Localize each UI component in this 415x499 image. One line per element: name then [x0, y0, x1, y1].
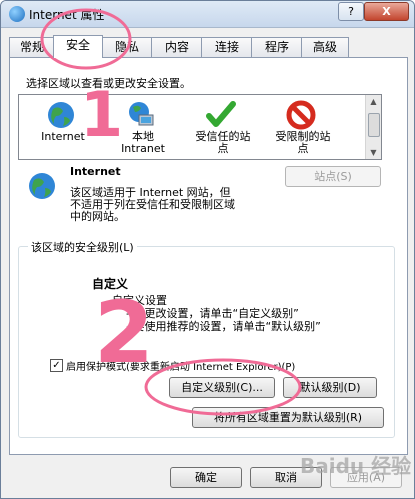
zone-label-line2: 点 — [217, 142, 229, 155]
tab-advanced[interactable]: 高级 — [301, 37, 349, 57]
tab-connections[interactable]: 连接 — [201, 37, 253, 57]
protected-mode-label: 启用保护模式(要求重新启动 Internet Explorer)(P) — [66, 362, 296, 373]
zone-item-restricted-sites[interactable]: 受限制的站 点 — [263, 95, 343, 159]
tab-content[interactable]: 内容 — [151, 37, 203, 57]
title-bar: Internet 属性 ? X — [1, 1, 414, 28]
watermark: Baidu 经验 — [300, 454, 412, 478]
protected-mode-checkbox[interactable]: ✓ — [50, 359, 63, 372]
tab-general[interactable]: 常规 — [9, 37, 55, 57]
ie-globe-icon — [9, 6, 25, 22]
checkmark-icon — [206, 101, 236, 127]
default-level-button[interactable]: 默认级别(D) — [283, 377, 377, 398]
zone-label-internet: Internet — [41, 130, 85, 143]
security-level-group-label: 该区域的安全级别(L) — [28, 239, 137, 255]
zone-label-line2: 点 — [297, 142, 309, 155]
close-button[interactable]: X — [364, 2, 409, 21]
reset-all-zones-button[interactable]: 将所有区域重置为默认级别(R) — [192, 407, 384, 428]
tab-privacy[interactable]: 隐私 — [101, 37, 153, 57]
zone-label-trusted-sites: 受信任的站 点 — [183, 131, 263, 155]
zone-description-line3: 中的网站。 — [70, 210, 125, 223]
zone-item-local-intranet[interactable]: 本地 Intranet — [103, 95, 183, 159]
zone-item-internet[interactable]: Internet — [23, 95, 103, 159]
zone-label-local-intranet: 本地 Intranet — [103, 131, 183, 155]
scroll-thumb[interactable] — [368, 113, 380, 137]
window-title: Internet 属性 — [29, 8, 105, 22]
zone-item-trusted-sites[interactable]: 受信任的站 点 — [183, 95, 263, 159]
ok-button[interactable]: 确定 — [170, 467, 242, 488]
zone-label-line2: Intranet — [121, 142, 165, 155]
scroll-down-icon[interactable]: ▼ — [366, 146, 381, 159]
help-button[interactable]: ? — [338, 2, 364, 21]
globe-icon — [48, 102, 74, 128]
zone-list-scrollbar[interactable]: ▲ ▼ — [365, 95, 381, 159]
restricted-icon — [286, 100, 316, 130]
custom-level-title: 自定义 — [92, 277, 129, 291]
tab-security[interactable]: 安全 — [53, 35, 103, 58]
tab-programs[interactable]: 程序 — [251, 37, 303, 57]
zone-prompt-label: 选择区域以查看或更改安全设置。 — [26, 77, 191, 90]
zone-label-restricted-sites: 受限制的站 点 — [263, 131, 343, 155]
scroll-up-icon[interactable]: ▲ — [366, 95, 381, 108]
local-intranet-icon — [129, 102, 154, 126]
globe-icon — [29, 173, 55, 199]
sites-button[interactable]: 站点(S) — [285, 166, 381, 187]
custom-level-line3: - 要使用推荐的设置，请单击“默认级别” — [126, 320, 321, 333]
selected-zone-title: Internet — [70, 165, 121, 178]
custom-level-button[interactable]: 自定义级别(C)... — [169, 377, 275, 398]
zone-list[interactable]: Internet 本地 Intranet 受信任的站 点 受限制的站 点 ▲ ▼ — [18, 94, 382, 160]
